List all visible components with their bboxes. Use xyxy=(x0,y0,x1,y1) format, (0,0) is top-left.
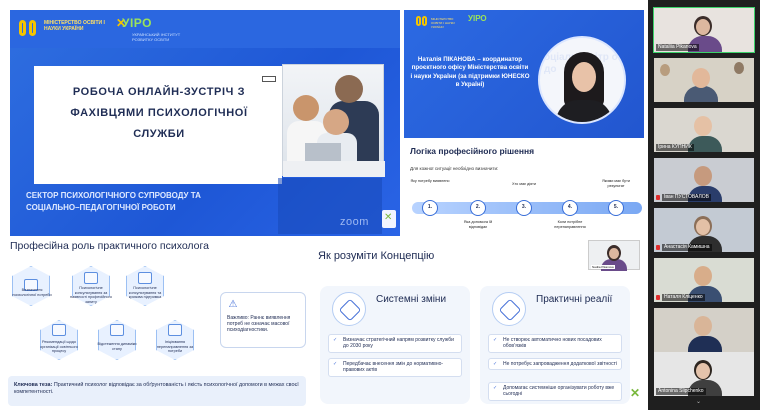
role-title: Професійна роль практичного психолога xyxy=(10,240,209,252)
yipo-logo: УІРО xyxy=(122,16,152,30)
participant-name: Antonina Slipchenko xyxy=(656,388,706,395)
step-node: 2. xyxy=(470,200,486,216)
key-thesis: Ключова теза: Практичний психолог відпов… xyxy=(14,382,304,396)
step-node: 4. xyxy=(562,200,578,216)
card-title: Системні зміни xyxy=(376,294,447,305)
card-item: Не потребує запровадження додаткової зві… xyxy=(488,358,622,371)
step-label: Хто має діяти xyxy=(511,182,537,186)
warning-box: ⚠ Важливо: Раннє виявлення потреб не озн… xyxy=(220,292,306,348)
participant-tile[interactable]: Ірина КУПНИК xyxy=(654,108,754,152)
logic-title: Логіка професійного рішення xyxy=(410,146,535,156)
team-photo xyxy=(282,64,385,177)
practical-realities-card: Практичні реалії Не створює автоматично … xyxy=(480,286,630,404)
slide-main-title: РОБОЧА ОНЛАЙН-ЗУСТРІЧ З ФАХІВЦЯМИ ПСИХОЛ… xyxy=(70,86,248,140)
assessment-icon xyxy=(84,272,98,284)
role-label: Рекомендації щодо організації освітнього… xyxy=(40,340,78,354)
participant-tile[interactable]: Іван ПУСТОВАЛОВ xyxy=(654,158,754,202)
role-label: Ініціювання перенаправлення за потреби xyxy=(156,340,194,354)
ministry-logo-icon xyxy=(416,16,428,27)
step-label: Яка допомога їй відповідає xyxy=(463,220,493,229)
role-label: Визначення психологічної потреби xyxy=(12,288,52,297)
key-thesis-box: Ключова теза: Практичний психолог відпов… xyxy=(8,376,306,406)
card-item: Не створює автоматично нових посадових о… xyxy=(488,334,622,353)
muted-mic-icon xyxy=(656,245,660,250)
speaker-name: Наталія ПІКАНОВА – координатор проєктног… xyxy=(410,56,530,89)
presenter-video-thumbnail[interactable]: Nadiia Pikanova xyxy=(588,240,640,271)
card-title: Практичні реалії xyxy=(536,294,613,305)
shared-screen: МІНІСТЕРСТВО ОСВІТИ І НАУКИ УКРАЇНИ ✕ УІ… xyxy=(0,0,648,410)
slide-logos: МІНІСТЕРСТВО ОСВІТИ І НАУКИ УКРАЇНИ УІРО xyxy=(416,14,516,30)
speaker-portrait: оціальні дітр ов до xyxy=(538,36,626,124)
participant-name: Наталя Кліценко xyxy=(662,294,705,301)
thesis-label: Ключова теза: xyxy=(14,382,53,388)
warning-icon: ⚠ xyxy=(228,299,238,310)
ministry-logo-icon xyxy=(19,20,39,38)
participant-panel: Nataliia Pikanova Ірина КУПНИК Іван ПУСТ… xyxy=(648,0,760,410)
card-item: Допомагає системніше організувати роботу… xyxy=(488,382,622,401)
recommendations-icon xyxy=(52,324,66,336)
slide-title: МІНІСТЕРСТВО ОСВІТИ І НАУКИ УКРАЇНИ ✕ УІ… xyxy=(10,10,400,236)
yipo-logo: УІРО xyxy=(468,14,487,23)
slide-speaker: МІНІСТЕРСТВО ОСВІТИ І НАУКИ УКРАЇНИ УІРО… xyxy=(404,10,644,138)
participant-tile[interactable]: Наталя Кліценко xyxy=(654,258,754,302)
counseling-icon xyxy=(138,272,152,284)
card-item: Передбачає внесення змін до нормативно-п… xyxy=(328,358,462,377)
zoom-watermark: zoom xyxy=(340,216,369,228)
slide-role: Професійна роль практичного психолога Ви… xyxy=(0,236,312,410)
yipo-subtitle: УКРАЇНСЬКИЙ ІНСТИТУТ РОЗВИТКУ ОСВІТИ xyxy=(132,32,181,42)
slide-concept: Як розуміти Концепцію Nadiia Pikanova Си… xyxy=(312,236,648,410)
warning-text: Важливо: Раннє виявлення потреб не означ… xyxy=(227,315,291,334)
role-label: Психологічне консультування за наявності… xyxy=(69,286,113,304)
participant-name: Ірина КУПНИК xyxy=(656,144,694,151)
participant-name: Nataliia Pikanova xyxy=(656,44,699,51)
participant-tile[interactable] xyxy=(654,58,754,102)
participant-tile[interactable]: Nataliia Pikanova xyxy=(653,7,755,53)
card-item: Визначає стратегічний напрям розвитку сл… xyxy=(328,334,462,353)
systemic-changes-card: Системні зміни Визначає стратегічний нап… xyxy=(320,286,470,404)
participant-name: Анастасія Камишна xyxy=(662,244,712,251)
role-label: Психологічне консультування та кризова п… xyxy=(128,286,162,300)
step-node: 5. xyxy=(608,200,624,216)
step-label: Яку потребу виявлено xyxy=(410,179,450,183)
ministry-label: МІНІСТЕРСТВО ОСВІТИ І НАУКИ УКРАЇНИ xyxy=(44,20,105,32)
participant-name: Іван ПУСТОВАЛОВ xyxy=(662,194,711,201)
participant-tile[interactable]: Анастасія Камишна xyxy=(654,208,754,252)
step-label: Якими має бути результат xyxy=(602,179,630,188)
corner-logo-icon xyxy=(382,210,396,228)
step-label: Коли потрібне перенаправлення xyxy=(554,220,586,229)
muted-mic-icon xyxy=(656,295,660,300)
concept-title: Як розуміти Концепцію xyxy=(318,250,435,262)
scroll-down-icon[interactable]: ⌄ xyxy=(696,398,701,405)
participant-tile[interactable] xyxy=(654,308,754,352)
step-node: 3. xyxy=(516,200,532,216)
referral-icon xyxy=(168,324,182,336)
role-label: Відстеження динаміки стану xyxy=(97,342,137,351)
muted-mic-icon xyxy=(656,195,660,200)
slide-logic: Логіка професійного рішення Для кожної с… xyxy=(404,140,644,238)
logic-subtitle: Для кожної ситуації необхідно визначити: xyxy=(410,166,499,171)
dynamics-icon xyxy=(110,324,124,336)
thesis-text: Практичний психолог відповідає за обґрун… xyxy=(14,382,299,395)
photo-tag xyxy=(262,76,276,82)
corner-logo-icon: ✕ xyxy=(630,386,641,400)
network-icon xyxy=(332,292,366,326)
presenter-name-tag: Nadiia Pikanova xyxy=(591,265,615,269)
title-card: РОБОЧА ОНЛАЙН-ЗУСТРІЧ З ФАХІВЦЯМИ ПСИХОЛ… xyxy=(34,66,282,184)
target-icon xyxy=(492,292,526,326)
step-node: 1. xyxy=(422,200,438,216)
participant-tile[interactable]: Antonina Slipchenko xyxy=(654,352,754,396)
ministry-label: МІНІСТЕРСТВО ОСВІТИ І НАУКИ УКРАЇНИ xyxy=(431,17,455,29)
zoom-meeting-window: МІНІСТЕРСТВО ОСВІТИ І НАУКИ УКРАЇНИ ✕ УІ… xyxy=(0,0,760,410)
slide-subtitle: СЕКТОР ПСИХОЛОГІЧНОГО СУПРОВОДУ ТА СОЦІА… xyxy=(26,191,201,212)
